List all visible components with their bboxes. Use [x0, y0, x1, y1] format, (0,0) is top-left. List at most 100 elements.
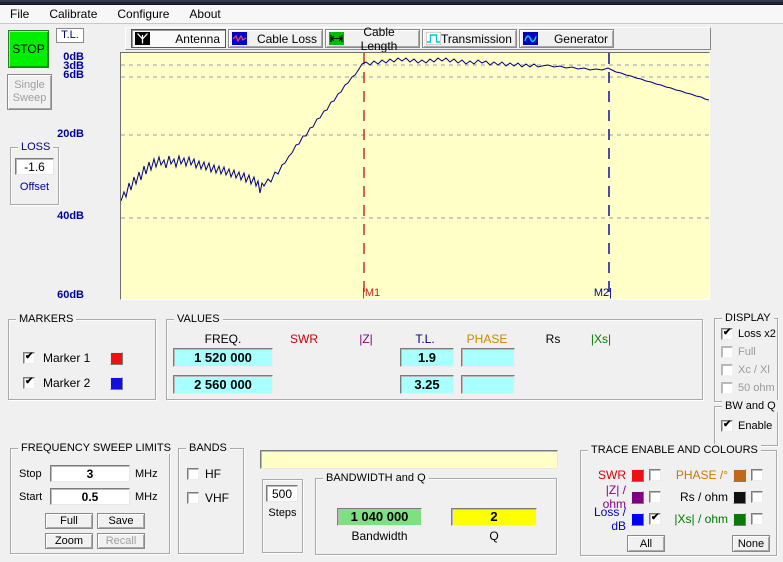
antenna-icon [135, 32, 150, 45]
z-colour-swatch[interactable] [631, 491, 644, 504]
antenna-mode-button[interactable]: Antenna [131, 29, 226, 48]
menu-configure[interactable]: Configure [107, 7, 179, 21]
xs-trace-checkbox[interactable] [751, 513, 763, 525]
bands-group: BANDS HF VHF [178, 448, 244, 554]
sweep-limits-title: FREQUENCY SWEEP LIMITS [18, 442, 174, 454]
marker1-row: Marker 1 [23, 351, 123, 365]
sweep-limits-group: FREQUENCY SWEEP LIMITS Stop MHz Start MH… [10, 448, 170, 554]
full-checkbox[interactable] [721, 346, 733, 358]
vhf-label: VHF [205, 491, 229, 505]
cable-loss-mode-button[interactable]: Cable Loss [228, 29, 323, 48]
single-sweep-button[interactable]: Single Sweep [7, 74, 52, 110]
scale-60db: 60dB [50, 291, 84, 300]
fiftyohm-checkbox[interactable] [721, 382, 733, 394]
vhf-checkbox[interactable] [187, 492, 199, 504]
xcxl-label: Xc / Xl [738, 364, 770, 376]
hf-label: HF [205, 467, 221, 481]
marker2-label: Marker 2 [43, 376, 90, 390]
marker2-checkbox[interactable] [23, 377, 35, 389]
loss-offset-field[interactable] [15, 158, 54, 175]
hf-checkbox[interactable] [187, 468, 199, 480]
save-sweep-button[interactable]: Save [97, 513, 145, 529]
generator-icon [523, 32, 538, 45]
marker2-row: Marker 2 [23, 376, 123, 390]
bwq-enable-row: Enable [721, 420, 772, 432]
app-window: { "menu": { "items": [ {"label":"File"},… [0, 0, 783, 562]
marker2-tl-value: 3.25 [400, 375, 454, 394]
loss-trace-checkbox[interactable] [649, 513, 661, 525]
single-sweep-line2: Sweep [13, 92, 47, 105]
start-freq-field[interactable] [50, 488, 130, 505]
trace-colours-group: TRACE ENABLE AND COLOURS SWR |Z| / ohm L… [580, 450, 777, 556]
full-label: Full [738, 346, 756, 358]
loss-group-title: LOSS [18, 141, 53, 153]
display-50ohm-row: 50 ohm [721, 382, 775, 394]
bandwidth-group-title: BANDWIDTH and Q [323, 472, 429, 484]
bandwidth-group: BANDWIDTH and Q 1 040 000 Bandwidth 2 Q [315, 478, 557, 555]
loss-colour-swatch[interactable] [631, 513, 644, 526]
vhf-row: VHF [187, 491, 229, 505]
swr-colour-swatch[interactable] [631, 469, 644, 482]
menu-calibrate[interactable]: Calibrate [39, 7, 107, 21]
phase-trace-checkbox[interactable] [751, 469, 763, 481]
xs-trace-label: |Xs| / ohm [669, 512, 728, 526]
swr-trace-label: SWR [583, 468, 626, 482]
rs-colour-swatch[interactable] [733, 491, 746, 504]
none-traces-button[interactable]: None [732, 535, 770, 552]
scale-6db: 6dB [50, 71, 84, 80]
cable-length-mode-button[interactable]: Cable Length [325, 29, 420, 48]
q-value: 2 [451, 508, 537, 526]
zoom-sweep-button[interactable]: Zoom [45, 533, 93, 549]
marker1-color-swatch[interactable] [110, 352, 123, 365]
marker2-phase-value [461, 375, 515, 394]
generator-mode-label: Generator [554, 32, 608, 46]
generator-mode-button[interactable]: Generator [519, 29, 614, 48]
full-sweep-button[interactable]: Full [45, 513, 93, 529]
marker1-phase-value [461, 348, 515, 367]
bwq-group: BW and Q Enable [714, 406, 778, 446]
swr-trace-checkbox[interactable] [649, 469, 661, 481]
rs-trace-row: Rs / ohm [669, 490, 763, 504]
menu-file[interactable]: File [0, 7, 39, 21]
marker2-freq-value: 2 560 000 [173, 375, 273, 394]
values-group-title: VALUES [174, 313, 223, 325]
phase-trace-row: PHASE /° [669, 468, 763, 482]
display-xcxl-row: Xc / Xl [721, 364, 770, 376]
loss-group: LOSS Offset [10, 147, 59, 205]
xs-colour-swatch[interactable] [733, 513, 746, 526]
transmission-mode-button[interactable]: Transmission [422, 29, 517, 48]
markers-group: MARKERS Marker 1 Marker 2 [8, 319, 156, 400]
marker-label-m1: |M1 [362, 287, 380, 299]
stop-freq-field[interactable] [50, 465, 130, 482]
start-label: Start [19, 491, 45, 503]
stop-button[interactable]: STOP [8, 30, 49, 68]
values-header-z: |Z| [336, 332, 396, 346]
bwq-enable-checkbox[interactable] [721, 420, 733, 432]
values-header-phase: PHASE [457, 332, 517, 346]
menu-about[interactable]: About [179, 7, 230, 21]
rs-trace-checkbox[interactable] [751, 491, 763, 503]
all-traces-button[interactable]: All [627, 535, 665, 552]
marker1-checkbox[interactable] [23, 352, 35, 364]
bwq-group-title: BW and Q [722, 400, 779, 412]
z-trace-row: |Z| / ohm [583, 490, 661, 504]
tl-axis-box: T.L. [56, 28, 84, 43]
values-header-swr: SWR [274, 332, 334, 346]
single-sweep-line1: Single [14, 79, 45, 92]
lossx2-checkbox[interactable] [721, 328, 733, 340]
cable-loss-icon [232, 32, 247, 45]
sweep-chart[interactable]: |M1M2| [120, 52, 710, 300]
z-trace-checkbox[interactable] [649, 491, 661, 503]
steps-field[interactable] [266, 485, 298, 502]
markers-group-title: MARKERS [16, 313, 76, 325]
xcxl-checkbox[interactable] [721, 364, 733, 376]
steps-label: Steps [263, 507, 302, 519]
transmission-icon [426, 32, 441, 45]
scale-20db: 20dB [50, 130, 84, 139]
values-header-tl: T.L. [395, 332, 455, 346]
recall-sweep-button[interactable]: Recall [97, 533, 145, 549]
hf-row: HF [187, 467, 221, 481]
marker2-color-swatch[interactable] [110, 377, 123, 390]
phase-colour-swatch[interactable] [733, 469, 746, 482]
frequency-entry-field[interactable] [260, 450, 558, 469]
